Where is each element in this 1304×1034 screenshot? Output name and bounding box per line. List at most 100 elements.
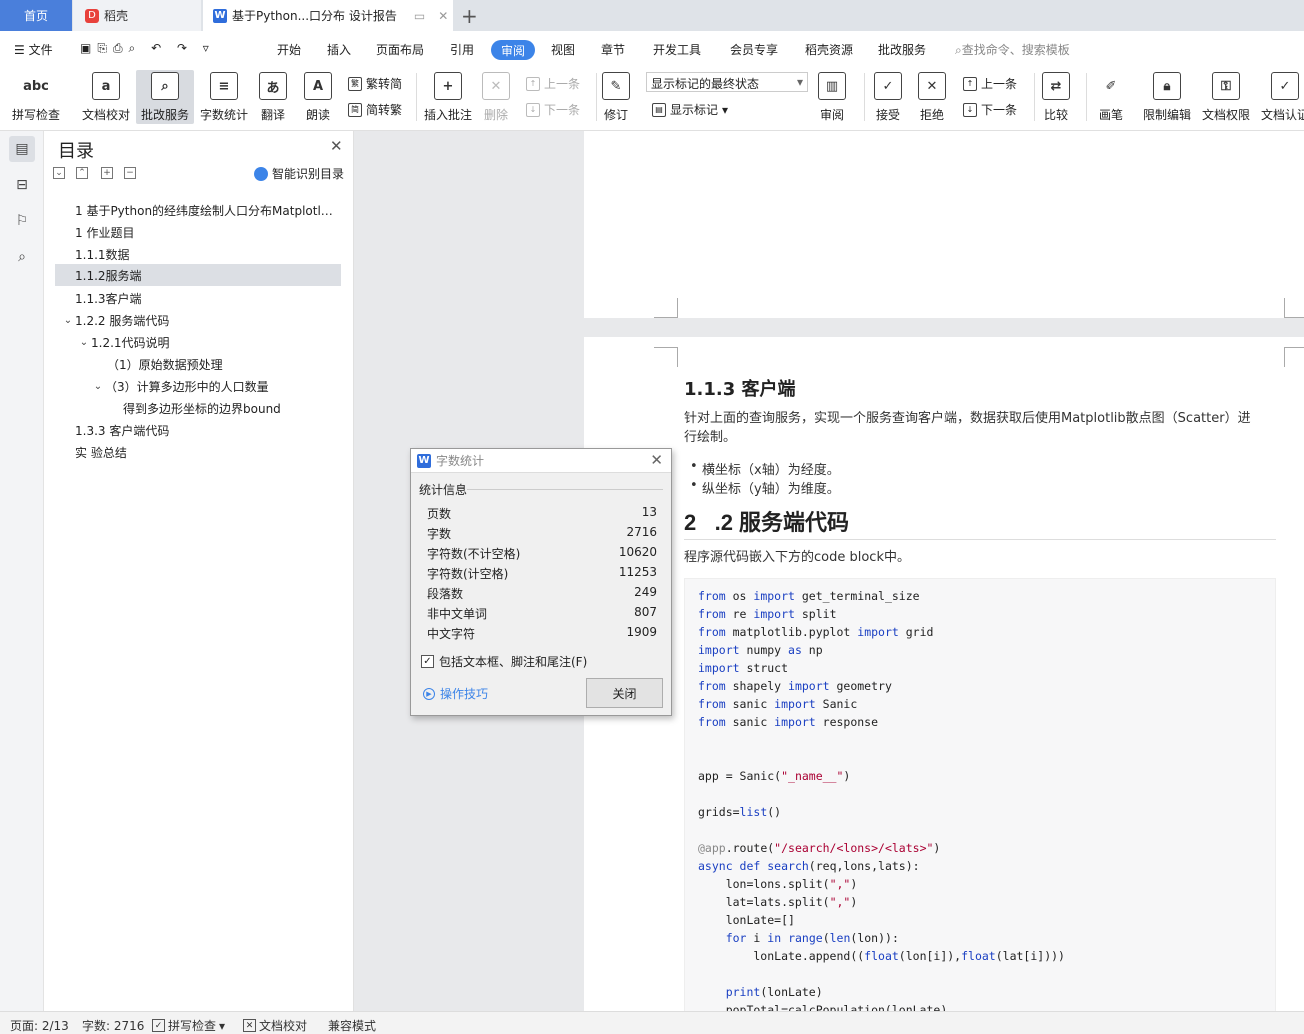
ribbon-divider: [864, 73, 865, 121]
menu-layout[interactable]: 页面布局: [376, 41, 424, 58]
prev-comment-button[interactable]: ↑ 上一条: [526, 75, 580, 92]
menu-chapter[interactable]: 章节: [601, 41, 625, 58]
menu-daoke-resources[interactable]: 稻壳资源: [805, 41, 853, 58]
crop-mark: [1284, 347, 1304, 367]
reject-button[interactable]: ✕ 拒绝: [918, 70, 946, 124]
delete-comment-button[interactable]: ✕ 删除: [482, 70, 510, 124]
tab-home[interactable]: 首页: [0, 0, 72, 31]
lock-icon: 🔒︎: [1153, 72, 1181, 100]
insert-comment-button[interactable]: + 插入批注: [424, 70, 472, 124]
doc-permission-button[interactable]: ⚿ 文档权限: [1202, 70, 1250, 124]
toc-item[interactable]: （1）原始数据预处理: [55, 353, 341, 375]
markup-state-select[interactable]: 显示标记的最终状态: [646, 72, 808, 92]
quick-access-icons[interactable]: ▣⎘⎙⌕ ↶ ↷ ▿: [80, 41, 215, 56]
remove-toc-icon[interactable]: −: [124, 167, 136, 179]
accept-button[interactable]: ✓ 接受: [874, 70, 902, 124]
include-textbox-checkbox[interactable]: ✓ 包括文本框、脚注和尾注(F): [421, 653, 587, 670]
bullet-y-axis: 纵坐标（y轴）为维度。: [690, 478, 840, 497]
tips-link[interactable]: ▶ 操作技巧: [423, 685, 488, 702]
close-tab-icon[interactable]: ✕: [438, 9, 448, 23]
toc-item[interactable]: 1.1.3客户端: [55, 287, 341, 309]
stat-row: 页数 13: [427, 505, 657, 521]
close-icon[interactable]: ✕: [330, 137, 343, 155]
page-2: 1.1.3 客户端 针对上面的查询服务，实现一个服务查询客户端，数据获取后使用M…: [584, 337, 1304, 1028]
comment-icon: +: [434, 72, 462, 100]
add-toc-icon[interactable]: +: [101, 167, 113, 179]
tab-document-label: 基于Python...口分布 设计报告: [232, 9, 397, 23]
chevron-down-icon[interactable]: ⌄: [91, 381, 105, 392]
group-divider: [467, 489, 663, 490]
bookmark-icon[interactable]: ⚐: [9, 208, 35, 234]
next-comment-button[interactable]: ↓ 下一条: [526, 101, 580, 118]
toc-item[interactable]: 得到多边形坐标的边界bound: [55, 397, 341, 419]
simp-to-trad-button[interactable]: 简简转繁: [348, 101, 402, 118]
page-indicator[interactable]: 页面: 2/13: [10, 1017, 69, 1034]
spell-check-button[interactable]: abc 拼写检查: [12, 70, 60, 124]
tab-document[interactable]: W 基于Python...口分布 设计报告 ▭ ✕: [203, 0, 453, 31]
menu-devtools[interactable]: 开发工具: [653, 41, 701, 58]
compare-button[interactable]: ⇄ 比较: [1042, 70, 1070, 124]
menu-view[interactable]: 视图: [551, 41, 575, 58]
compare-icon: ⇄: [1042, 72, 1070, 100]
prev-change-button[interactable]: ↑ 上一条: [963, 75, 1017, 92]
doc-cert-button[interactable]: ✓ 文档认证: [1261, 70, 1304, 124]
toc-item[interactable]: 1 基于Python的经纬度绘制人口分布Matplotl…: [55, 199, 341, 221]
delete-comment-icon: ✕: [482, 72, 510, 100]
menu-member[interactable]: 会员专享: [730, 41, 778, 58]
toc-item[interactable]: 1 作业题目: [55, 221, 341, 243]
stat-row: 字符数(计空格) 11253: [427, 565, 657, 581]
grading-service-button[interactable]: ⌕ 批改服务: [136, 70, 194, 124]
tab-home-label: 首页: [23, 9, 48, 23]
menu-bar: ☰ 文件 ▣⎘⎙⌕ ↶ ↷ ▿ 开始 插入 页面布局 引用 审阅 视图 章节 开…: [0, 31, 1304, 67]
toc-panel-icon[interactable]: ▤: [9, 136, 35, 162]
spell-check-status[interactable]: ✓ 拼写检查 ▾: [152, 1017, 225, 1034]
crop-mark: [654, 298, 678, 318]
tab-daoke[interactable]: D 稻壳: [73, 0, 201, 31]
review-pane-button[interactable]: ▥ 审阅: [818, 70, 846, 124]
toc-item[interactable]: 1.3.3 客户端代码: [55, 419, 341, 441]
word-count-button[interactable]: ≡ 字数统计: [200, 70, 248, 124]
collapse-all-icon[interactable]: ⌄: [53, 167, 65, 179]
toc-item[interactable]: ⌄ 1.2.1代码说明: [55, 331, 341, 353]
status-bar: 页面: 2/13 字数: 2716 ✓ 拼写检查 ▾ ✕ 文档校对 兼容模式: [0, 1011, 1304, 1034]
search-icon[interactable]: ⌕: [9, 244, 35, 270]
monitor-icon[interactable]: ▭: [414, 9, 425, 23]
stat-row: 非中文单词 807: [427, 605, 657, 621]
pen-button[interactable]: ✐ 画笔: [1097, 70, 1125, 124]
stat-row: 字符数(不计空格) 10620: [427, 545, 657, 561]
trad-to-simp-button[interactable]: 繁繁转简: [348, 75, 402, 92]
command-search[interactable]: ⌕查找命令、搜索模板: [955, 41, 1070, 58]
chevron-down-icon[interactable]: ⌄: [61, 315, 75, 326]
nav-structure-icon[interactable]: ⊟: [9, 172, 35, 198]
dialog-titlebar[interactable]: W 字数统计 ✕: [411, 449, 671, 473]
show-markup-icon: ▤: [652, 102, 666, 117]
word-count-indicator[interactable]: 字数: 2716: [82, 1017, 144, 1034]
close-button[interactable]: 关闭: [586, 678, 663, 708]
toc-item-selected[interactable]: 1.1.2服务端: [55, 264, 341, 286]
daoke-icon: D: [85, 8, 99, 23]
next-change-button[interactable]: ↓ 下一条: [963, 101, 1017, 118]
toc-item[interactable]: 1.1.1数据: [55, 243, 341, 265]
toc-item[interactable]: ⌄ 1.2.2 服务端代码: [55, 309, 341, 331]
menu-review[interactable]: 审阅: [491, 40, 535, 60]
new-tab-icon[interactable]: +: [461, 4, 478, 28]
menu-grading[interactable]: 批改服务: [878, 41, 926, 58]
toc-item[interactable]: 实 验总结: [55, 441, 341, 463]
file-menu[interactable]: ☰ 文件: [14, 41, 53, 58]
restrict-edit-button[interactable]: 🔒︎ 限制编辑: [1143, 70, 1191, 124]
doc-proofread-button[interactable]: a 文档校对: [82, 70, 130, 124]
menu-start[interactable]: 开始: [277, 41, 301, 58]
toc-item[interactable]: ⌄ （3）计算多边形中的人口数量: [55, 375, 341, 397]
close-icon[interactable]: ✕: [650, 451, 663, 469]
show-markup-button[interactable]: ▤ 显示标记 ▾: [652, 101, 728, 118]
menu-insert[interactable]: 插入: [327, 41, 351, 58]
chevron-down-icon[interactable]: ⌄: [77, 337, 91, 348]
translate-button[interactable]: あ翻译: [259, 70, 287, 124]
menu-reference[interactable]: 引用: [450, 41, 474, 58]
smart-toc-button[interactable]: 智能识别目录: [254, 165, 344, 182]
expand-all-icon[interactable]: ⌃: [76, 167, 88, 179]
accept-icon: ✓: [874, 72, 902, 100]
proofread-status[interactable]: ✕ 文档校对: [243, 1017, 307, 1034]
track-changes-button[interactable]: ✎ 修订: [602, 70, 630, 124]
read-aloud-button[interactable]: A 朗读: [304, 70, 332, 124]
